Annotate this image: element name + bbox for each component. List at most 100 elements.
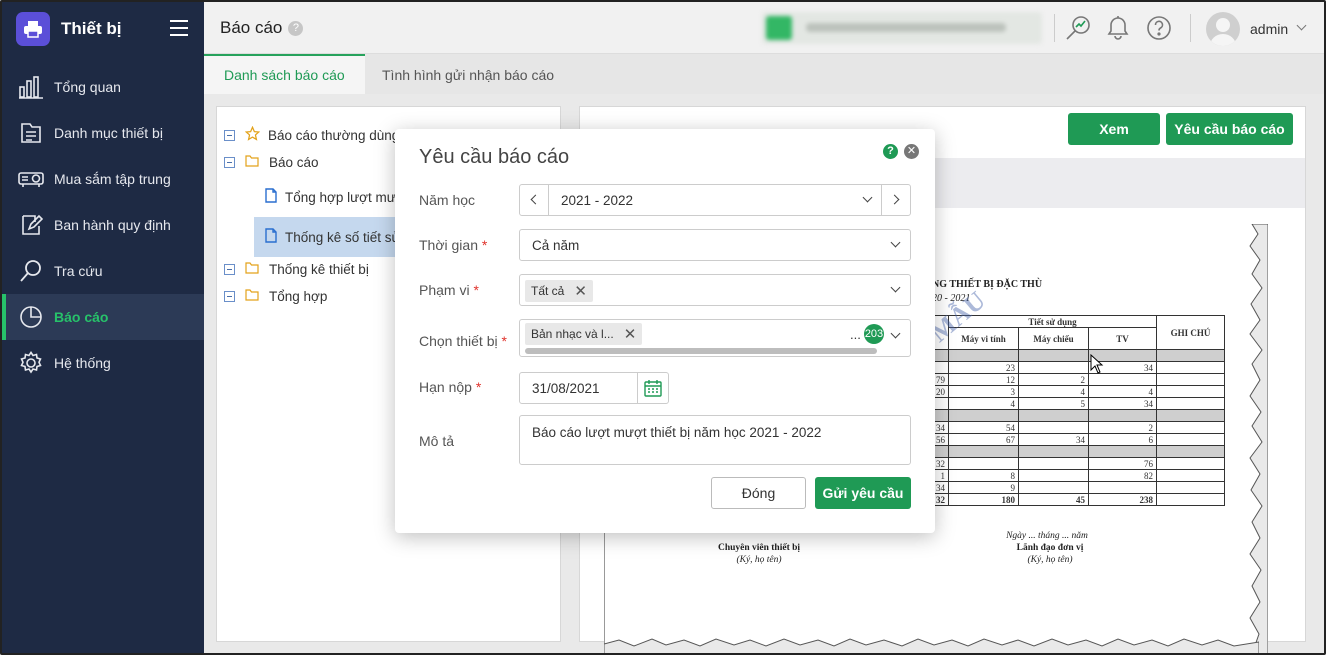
sign-left-sub: (Ký, họ tên) xyxy=(736,555,782,565)
menu-toggle-icon[interactable] xyxy=(170,20,188,36)
tab-tinh-hinh[interactable]: Tình hình gửi nhận báo cáo xyxy=(362,54,574,94)
chevron-down-icon[interactable] xyxy=(862,192,873,203)
collapse-icon[interactable] xyxy=(224,263,235,275)
next-year-button[interactable] xyxy=(881,185,910,215)
deadline-label: Hạn nộp * xyxy=(419,379,482,395)
doc-table-cell xyxy=(1156,481,1225,494)
doc-table-cell: 76 xyxy=(1088,457,1157,470)
calendar-icon[interactable] xyxy=(637,373,668,403)
close-icon[interactable]: ✕ xyxy=(904,144,919,159)
sidebar-item-label: Tổng quan xyxy=(54,79,121,95)
printer-icon xyxy=(16,12,50,46)
view-button[interactable]: Xem xyxy=(1068,113,1160,145)
doc-table-cell xyxy=(1156,349,1225,362)
request-report-button[interactable]: Yêu cầu báo cáo xyxy=(1166,113,1293,145)
doc-table-cell xyxy=(1088,373,1157,386)
doc-table-cell xyxy=(1018,481,1089,494)
scope-label: Phạm vi * xyxy=(419,282,479,298)
file-icon xyxy=(265,228,277,246)
collapse-icon[interactable] xyxy=(224,290,235,302)
list-document-icon xyxy=(18,120,44,146)
doc-table-cell xyxy=(1156,409,1225,422)
doc-table-cell xyxy=(948,349,1019,362)
description-textarea[interactable]: Báo cáo lượt mượt thiết bị năm học 2021 … xyxy=(519,415,911,465)
sidebar-item-he-thong[interactable]: Hệ thống xyxy=(2,340,204,386)
sidebar-item-danh-muc[interactable]: Danh mục thiết bị xyxy=(2,110,204,156)
pie-chart-icon xyxy=(18,304,44,330)
search-stats-icon[interactable] xyxy=(1064,14,1092,42)
sidebar-nav: Tổng quan Danh mục thiết bị Mua sắm tập … xyxy=(2,64,204,386)
doc-table-cell: 2 xyxy=(1088,421,1157,434)
doc-table-row: 56 67 34 6 xyxy=(932,433,1225,446)
sidebar-item-tra-cuu[interactable]: Tra cứu xyxy=(2,248,204,294)
scope-multiselect[interactable]: Tất cả ✕ xyxy=(519,274,911,306)
mouse-cursor-icon xyxy=(1090,354,1104,374)
submit-request-button[interactable]: Gửi yêu cầu xyxy=(815,477,911,509)
folder-icon xyxy=(245,288,259,304)
deadline-datepicker[interactable]: 31/08/2021 xyxy=(519,372,669,404)
divider xyxy=(1054,14,1055,42)
school-year-label: Năm học xyxy=(419,192,476,208)
doc-table-cell xyxy=(1088,409,1157,422)
tree-item-thong-ke-thiet-bi[interactable]: Thống kê thiết bị xyxy=(224,256,369,282)
remove-chip-icon[interactable]: ✕ xyxy=(574,282,587,300)
doc-table-cell: 9 xyxy=(948,481,1019,494)
sidebar-item-label: Tra cứu xyxy=(54,263,103,279)
sidebar-item-bao-cao[interactable]: Báo cáo xyxy=(2,294,204,340)
tree-item-tong-hop-luot-muon[interactable]: Tổng hợp lượt mượn xyxy=(265,184,412,210)
doc-table-cell xyxy=(1018,349,1089,362)
chevron-down-icon[interactable] xyxy=(890,328,901,339)
tab-danh-sach[interactable]: Danh sách báo cáo xyxy=(204,54,365,94)
help-circle-icon[interactable] xyxy=(1145,14,1173,42)
horizontal-scrollbar[interactable] xyxy=(525,348,877,354)
doc-table-cell: 6 xyxy=(1088,433,1157,446)
star-icon xyxy=(244,125,261,144)
tree-item-bao-cao[interactable]: Báo cáo xyxy=(224,149,319,175)
tree-item-thuong-dung[interactable]: Báo cáo thường dùng xyxy=(224,122,399,148)
sign-right-sub: (Ký, họ tên) xyxy=(1027,555,1073,565)
device-more: ... xyxy=(850,327,861,342)
chevron-down-icon[interactable] xyxy=(890,282,901,293)
close-button[interactable]: Đóng xyxy=(711,477,806,509)
sign-left-title: Chuyên viên thiết bị xyxy=(717,543,801,553)
doc-table-cell xyxy=(1156,373,1225,386)
chevron-down-icon[interactable] xyxy=(1296,20,1307,31)
prev-year-button[interactable] xyxy=(520,185,549,215)
doc-table-cell xyxy=(1156,421,1225,434)
remove-chip-icon[interactable]: ✕ xyxy=(624,325,637,343)
doc-table-row xyxy=(932,445,1225,458)
period-select[interactable]: Cả năm xyxy=(519,229,911,261)
sidebar-item-tong-quan[interactable]: Tổng quan xyxy=(2,64,204,110)
user-name[interactable]: admin xyxy=(1250,21,1288,37)
device-chip[interactable]: Bản nhạc và l... ✕ xyxy=(525,323,643,345)
sidebar-item-ban-hanh[interactable]: Ban hành quy định xyxy=(2,202,204,248)
doc-table-cell: 82 xyxy=(1088,469,1157,482)
scope-chip[interactable]: Tất cả ✕ xyxy=(525,280,593,302)
collapse-icon[interactable] xyxy=(224,156,235,168)
doc-table-cell: 23 xyxy=(948,361,1019,374)
projector-icon xyxy=(18,166,44,192)
device-multiselect[interactable]: Bản nhạc và l... ✕ ... 203 xyxy=(519,319,911,357)
doc-table-cell: 238 xyxy=(1088,493,1157,506)
doc-table-cell xyxy=(1018,469,1089,482)
collapse-icon[interactable] xyxy=(224,129,235,141)
doc-table-cell: 4 xyxy=(948,397,1019,410)
sidebar-item-mua-sam[interactable]: Mua sắm tập trung xyxy=(2,156,204,202)
doc-table-cell xyxy=(948,445,1019,458)
search-icon xyxy=(18,258,44,284)
school-year-select[interactable]: 2021 - 2022 xyxy=(519,184,911,216)
doc-table-cell: 34 xyxy=(1088,397,1157,410)
avatar[interactable] xyxy=(1206,12,1240,46)
tree-item-tong-hop[interactable]: Tổng hợp xyxy=(224,283,327,309)
chevron-down-icon[interactable] xyxy=(890,237,901,248)
help-icon[interactable]: ? xyxy=(288,21,304,36)
bell-icon[interactable] xyxy=(1104,14,1132,42)
doc-table-cell xyxy=(1156,397,1225,410)
doc-table-cell xyxy=(1018,421,1089,434)
help-icon[interactable]: ? xyxy=(883,144,898,159)
doc-table-cell xyxy=(1088,445,1157,458)
bar-chart-icon xyxy=(18,74,44,100)
doc-table-row: 34 9 xyxy=(932,481,1225,494)
doc-table-cell: 34 xyxy=(1018,433,1089,446)
description-value: Báo cáo lượt mượt thiết bị năm học 2021 … xyxy=(532,425,822,440)
